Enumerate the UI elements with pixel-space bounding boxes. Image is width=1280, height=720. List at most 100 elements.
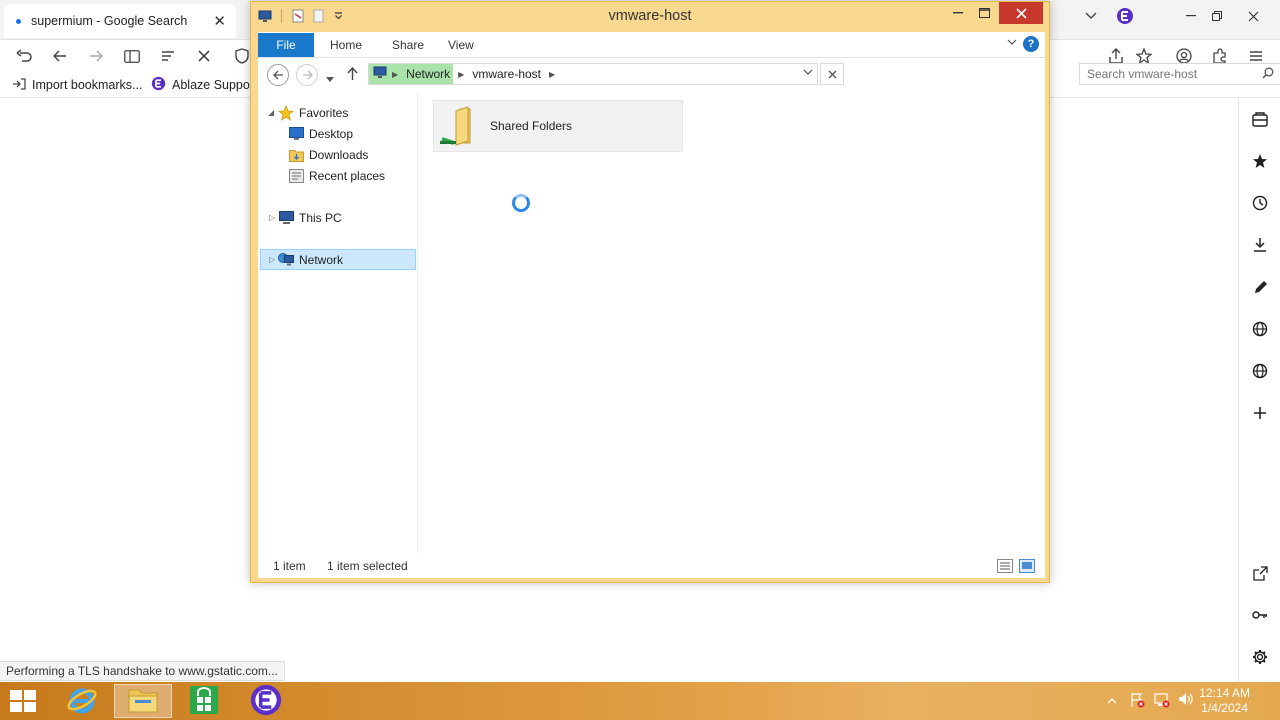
search-icon[interactable]	[1262, 67, 1274, 82]
file-explorer-window: vmware-host File Home Share View ? ▶ Net…	[250, 1, 1280, 583]
globe-icon[interactable]	[1245, 356, 1275, 386]
nav-this-pc[interactable]: ▷ This PC	[258, 207, 416, 228]
help-icon[interactable]: ?	[1023, 36, 1039, 52]
tab-home[interactable]: Home	[320, 33, 372, 57]
ablaze-logo-icon	[151, 76, 166, 94]
volume-icon[interactable]	[1178, 692, 1194, 709]
taskbar: 12:14 AM 1/4/2024	[0, 682, 1280, 720]
nav-network[interactable]: ▷ Network	[260, 249, 416, 270]
nav-downloads-label: Downloads	[309, 147, 369, 162]
loading-dot-icon	[16, 18, 21, 24]
nav-desktop[interactable]: Desktop	[258, 123, 416, 144]
history-clock-icon[interactable]	[1245, 188, 1275, 218]
recent-locations-chevron-icon[interactable]	[326, 71, 334, 85]
nav-favorites[interactable]: ◢ Favorites	[258, 102, 416, 123]
breadcrumb-vmware-host[interactable]: vmware-host	[469, 64, 544, 84]
system-clock[interactable]: 12:14 AM 1/4/2024	[1199, 686, 1250, 716]
up-arrow-icon[interactable]	[347, 66, 358, 84]
nav-downloads[interactable]: Downloads	[258, 144, 416, 165]
file-item-shared-folders[interactable]: Shared Folders	[433, 100, 683, 152]
taskbar-internet-explorer[interactable]	[53, 684, 111, 718]
search-box[interactable]	[1079, 63, 1280, 85]
tab-list-chevron-icon[interactable]	[1076, 0, 1106, 32]
ribbon: File Home Share View ?	[258, 32, 1045, 58]
explorer-status-bar: 1 item 1 item selected	[258, 554, 1045, 578]
computer-icon	[278, 210, 294, 226]
maximize-icon[interactable]	[969, 2, 999, 24]
network-status-icon[interactable]	[1153, 692, 1170, 711]
breadcrumb-separator-icon[interactable]: ▶	[453, 70, 469, 79]
favorites-star-icon[interactable]	[1245, 146, 1275, 176]
explorer-titlebar[interactable]: vmware-host	[251, 2, 1049, 30]
tab-title: supermium - Google Search	[31, 14, 188, 28]
back-icon[interactable]	[267, 64, 289, 86]
shared-folder-icon	[438, 105, 482, 152]
explorer-content: ◢ Favorites Desktop Downloads Recent pla…	[258, 92, 1045, 554]
search-input[interactable]	[1087, 67, 1255, 81]
tab-view[interactable]: View	[438, 33, 484, 57]
start-button-windows-icon[interactable]	[10, 690, 40, 714]
navigation-pane: ◢ Favorites Desktop Downloads Recent pla…	[258, 92, 418, 554]
show-hidden-icons-icon[interactable]	[1107, 692, 1117, 707]
breadcrumb-network[interactable]: Network	[403, 64, 453, 84]
taskbar-file-explorer[interactable]	[114, 684, 172, 718]
bookmark-label: Ablaze Support	[172, 78, 258, 92]
nav-recent-places[interactable]: Recent places	[258, 165, 416, 186]
reader-list-icon[interactable]	[154, 42, 182, 70]
expand-ribbon-chevron-icon[interactable]	[1007, 37, 1017, 48]
settings-gear-icon[interactable]	[1245, 642, 1275, 672]
selection-count: 1 item selected	[327, 559, 408, 573]
tab-close-icon[interactable]: ✕	[213, 12, 226, 30]
bookmark-ablaze-support[interactable]: Ablaze Support	[151, 76, 257, 94]
breadcrumb-separator-icon[interactable]: ▶	[544, 70, 560, 79]
taskbar-store[interactable]	[175, 684, 233, 718]
collapsed-arrow-icon[interactable]: ▷	[269, 213, 275, 222]
add-panel-icon[interactable]	[1245, 398, 1275, 428]
bookmark-import[interactable]: Import bookmarks...	[12, 76, 142, 94]
recent-places-icon	[288, 168, 304, 184]
wallet-icon[interactable]	[1245, 104, 1275, 134]
window-title: vmware-host	[608, 8, 692, 24]
collapsed-arrow-icon[interactable]: ▷	[269, 255, 275, 264]
pencil-icon[interactable]	[1245, 272, 1275, 302]
item-count: 1 item	[273, 559, 306, 573]
address-bar[interactable]: ▶ Network ▶ vmware-host ▶	[368, 63, 818, 85]
file-item-label: Shared Folders	[490, 119, 573, 133]
tab-file[interactable]: File	[258, 33, 314, 57]
browser-side-panel	[1238, 98, 1280, 682]
large-icons-view-icon[interactable]	[1019, 559, 1035, 573]
nav-recent-places-label: Recent places	[309, 168, 386, 183]
open-external-icon[interactable]	[1245, 558, 1275, 588]
desktop-icon	[288, 126, 304, 142]
key-icon[interactable]	[1245, 600, 1275, 630]
close-icon[interactable]	[1238, 0, 1268, 32]
undo-icon[interactable]	[10, 42, 38, 70]
back-icon[interactable]	[46, 42, 74, 70]
address-history-chevron-icon[interactable]	[803, 67, 813, 78]
forward-icon[interactable]	[82, 42, 110, 70]
clock-date: 1/4/2024	[1201, 701, 1248, 715]
download-icon[interactable]	[1245, 230, 1275, 260]
import-icon	[12, 77, 26, 93]
network-icon	[278, 252, 294, 268]
tab-share[interactable]: Share	[382, 33, 434, 57]
details-view-icon[interactable]	[997, 559, 1013, 573]
address-row: ▶ Network ▶ vmware-host ▶	[258, 58, 1280, 92]
forward-icon[interactable]	[296, 64, 318, 86]
browser-tab[interactable]: supermium - Google Search ✕	[4, 4, 236, 38]
taskbar-supermium-browser[interactable]	[237, 684, 295, 718]
breadcrumb-separator-icon[interactable]: ▶	[387, 70, 403, 79]
browser-profile-logo-icon[interactable]	[1110, 0, 1140, 32]
stop-loading-icon[interactable]	[190, 42, 218, 70]
action-center-flag-icon[interactable]	[1129, 692, 1145, 711]
restore-icon[interactable]	[1202, 0, 1232, 32]
sidebar-toggle-icon[interactable]	[118, 42, 146, 70]
globe-icon[interactable]	[1245, 314, 1275, 344]
stop-icon[interactable]	[820, 63, 844, 85]
busy-spinner-icon	[512, 194, 530, 212]
expanded-arrow-icon[interactable]: ◢	[268, 108, 274, 117]
breadcrumb-highlight: ▶ Network	[369, 64, 454, 84]
close-icon[interactable]	[999, 2, 1043, 24]
file-explorer-icon	[127, 686, 159, 717]
store-icon	[189, 685, 219, 718]
